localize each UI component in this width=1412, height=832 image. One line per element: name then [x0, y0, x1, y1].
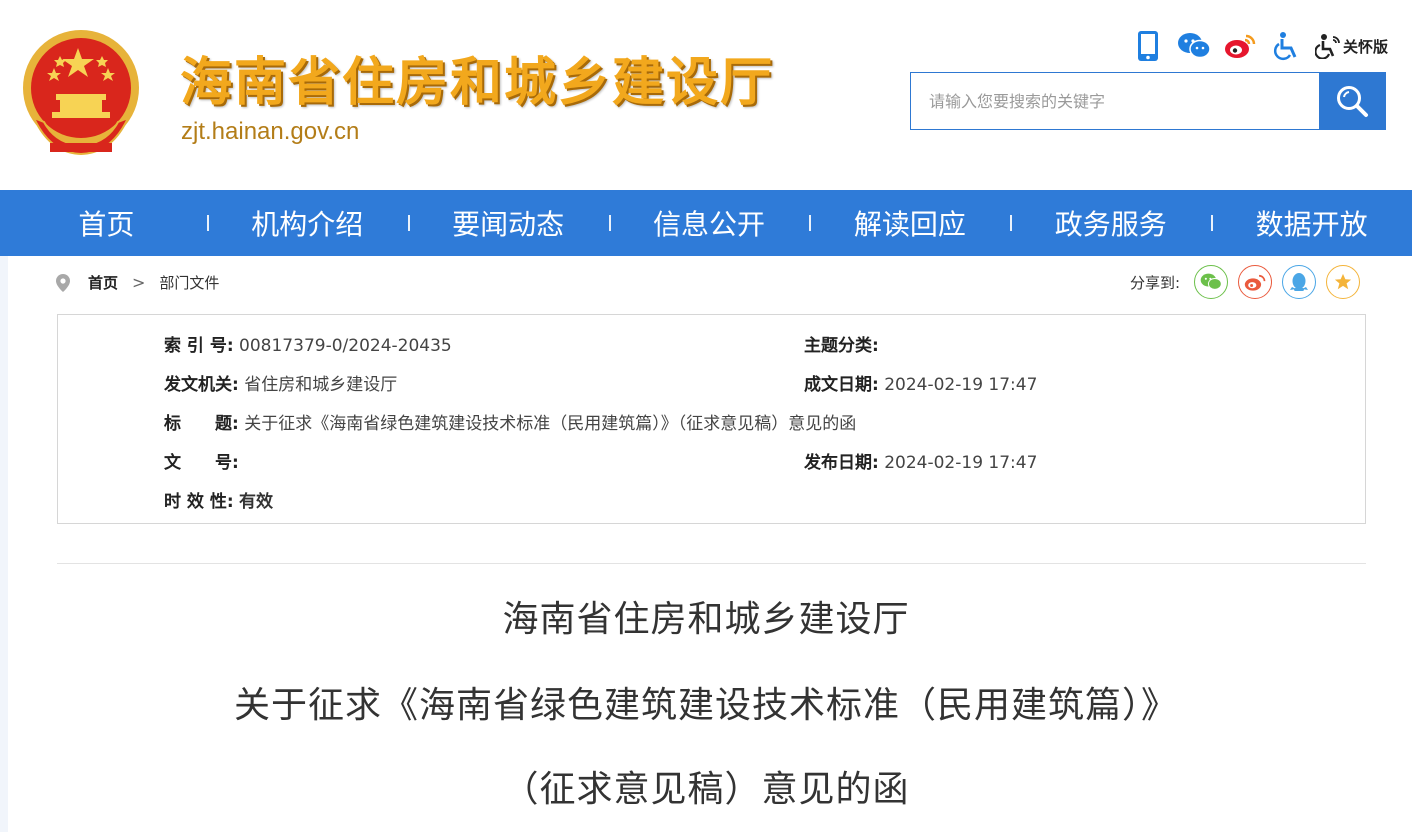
meta-label: 索 引 号:	[164, 336, 234, 356]
meta-title: 标 题: 关于征求《海南省绿色建筑建设技术标准（民用建筑篇）》（征求意见稿）意见…	[164, 409, 856, 434]
search-icon	[1337, 86, 1368, 117]
nav-item-home[interactable]: 首页	[6, 203, 209, 243]
share-favorite-button[interactable]	[1326, 265, 1360, 299]
share-label: 分享到:	[1129, 273, 1180, 292]
meta-value: 2024-02-19 17:47	[884, 375, 1038, 395]
mobile-icon[interactable]	[1131, 29, 1165, 63]
left-edge-stripe	[0, 256, 8, 832]
weibo-icon	[1244, 274, 1266, 291]
meta-topic: 主题分类:	[804, 331, 879, 356]
document-title-line-2: 关于征求《海南省绿色建筑建设技术标准（民用建筑篇）》	[233, 685, 1178, 726]
meta-label: 文 号:	[164, 453, 239, 473]
meta-value: 关于征求《海南省绿色建筑建设技术标准（民用建筑篇）》（征求意见稿）意见的函	[244, 414, 857, 434]
breadcrumb-separator: >	[132, 273, 146, 292]
weibo-icon[interactable]	[1223, 29, 1257, 63]
accessibility-icon[interactable]	[1269, 29, 1303, 63]
qq-icon	[1290, 273, 1308, 291]
star-icon	[1334, 273, 1352, 290]
wechat-icon[interactable]	[1177, 29, 1211, 63]
meta-label: 标 题:	[164, 414, 239, 434]
breadcrumb: 首页 > 部门文件	[56, 272, 219, 293]
search-button[interactable]	[1319, 73, 1385, 129]
breadcrumb-current[interactable]: 部门文件	[159, 272, 219, 293]
quick-access-icons: 关怀版	[1131, 28, 1388, 64]
share-qq-button[interactable]	[1282, 265, 1316, 299]
nav-item-services[interactable]: 政务服务	[1010, 203, 1214, 243]
search-input[interactable]	[911, 73, 1319, 129]
meta-label: 成文日期:	[804, 375, 879, 395]
national-emblem-logo[interactable]	[20, 28, 142, 158]
meta-value: 00817379-0/2024-20435	[239, 336, 452, 356]
share-wechat-button[interactable]	[1194, 265, 1228, 299]
elder-care-toggle[interactable]: 关怀版	[1314, 33, 1388, 59]
meta-made-date: 成文日期: 2024-02-19 17:47	[804, 370, 1037, 395]
document-title-line-1: 海南省住房和城乡建设厅	[502, 599, 910, 640]
meta-value: 省住房和城乡建设厅	[244, 375, 398, 395]
share-bar: 分享到:	[1130, 265, 1360, 299]
wechat-icon	[1200, 273, 1222, 290]
nav-item-organization[interactable]: 机构介绍	[207, 203, 410, 243]
location-pin-icon	[56, 273, 70, 292]
site-title[interactable]: 海南省住房和城乡建设厅	[180, 40, 774, 115]
meta-value: 有效	[239, 492, 274, 512]
meta-issuer: 发文机关: 省住房和城乡建设厅	[164, 370, 397, 395]
document-metadata-panel: 索 引 号: 00817379-0/2024-20435 主题分类: 发文机关:…	[57, 314, 1366, 524]
meta-value: 2024-02-19 17:47	[884, 453, 1038, 473]
meta-label: 发文机关:	[164, 375, 239, 395]
breadcrumb-home[interactable]: 首页	[88, 272, 118, 293]
elder-care-label: 关怀版	[1342, 37, 1388, 56]
meta-publish-date: 发布日期: 2024-02-19 17:47	[804, 448, 1037, 473]
meta-doc-number: 文 号:	[164, 448, 239, 473]
site-domain: zjt.hainan.gov.cn	[181, 118, 360, 145]
main-nav: 首页 机构介绍 要闻动态 信息公开 解读回应 政务服务 数据开放	[0, 190, 1412, 256]
search-box	[910, 72, 1386, 130]
nav-item-disclosure[interactable]: 信息公开	[609, 203, 812, 243]
site-header: 海南省住房和城乡建设厅 zjt.hainan.gov.cn 关怀版	[0, 0, 1412, 190]
nav-item-news[interactable]: 要闻动态	[408, 203, 611, 243]
content-divider	[57, 563, 1366, 564]
meta-label: 发布日期:	[804, 453, 879, 473]
elder-care-icon	[1314, 34, 1340, 59]
meta-label: 时 效 性:	[164, 492, 234, 512]
meta-index-number: 索 引 号: 00817379-0/2024-20435	[164, 331, 452, 356]
nav-item-interpretation[interactable]: 解读回应	[809, 203, 1013, 243]
meta-label: 主题分类:	[804, 336, 879, 356]
document-title-line-3: （征求意见稿）意见的函	[502, 769, 910, 810]
nav-item-open-data[interactable]: 数据开放	[1211, 203, 1412, 243]
share-weibo-button[interactable]	[1238, 265, 1272, 299]
meta-validity: 时 效 性: 有效	[164, 487, 273, 512]
